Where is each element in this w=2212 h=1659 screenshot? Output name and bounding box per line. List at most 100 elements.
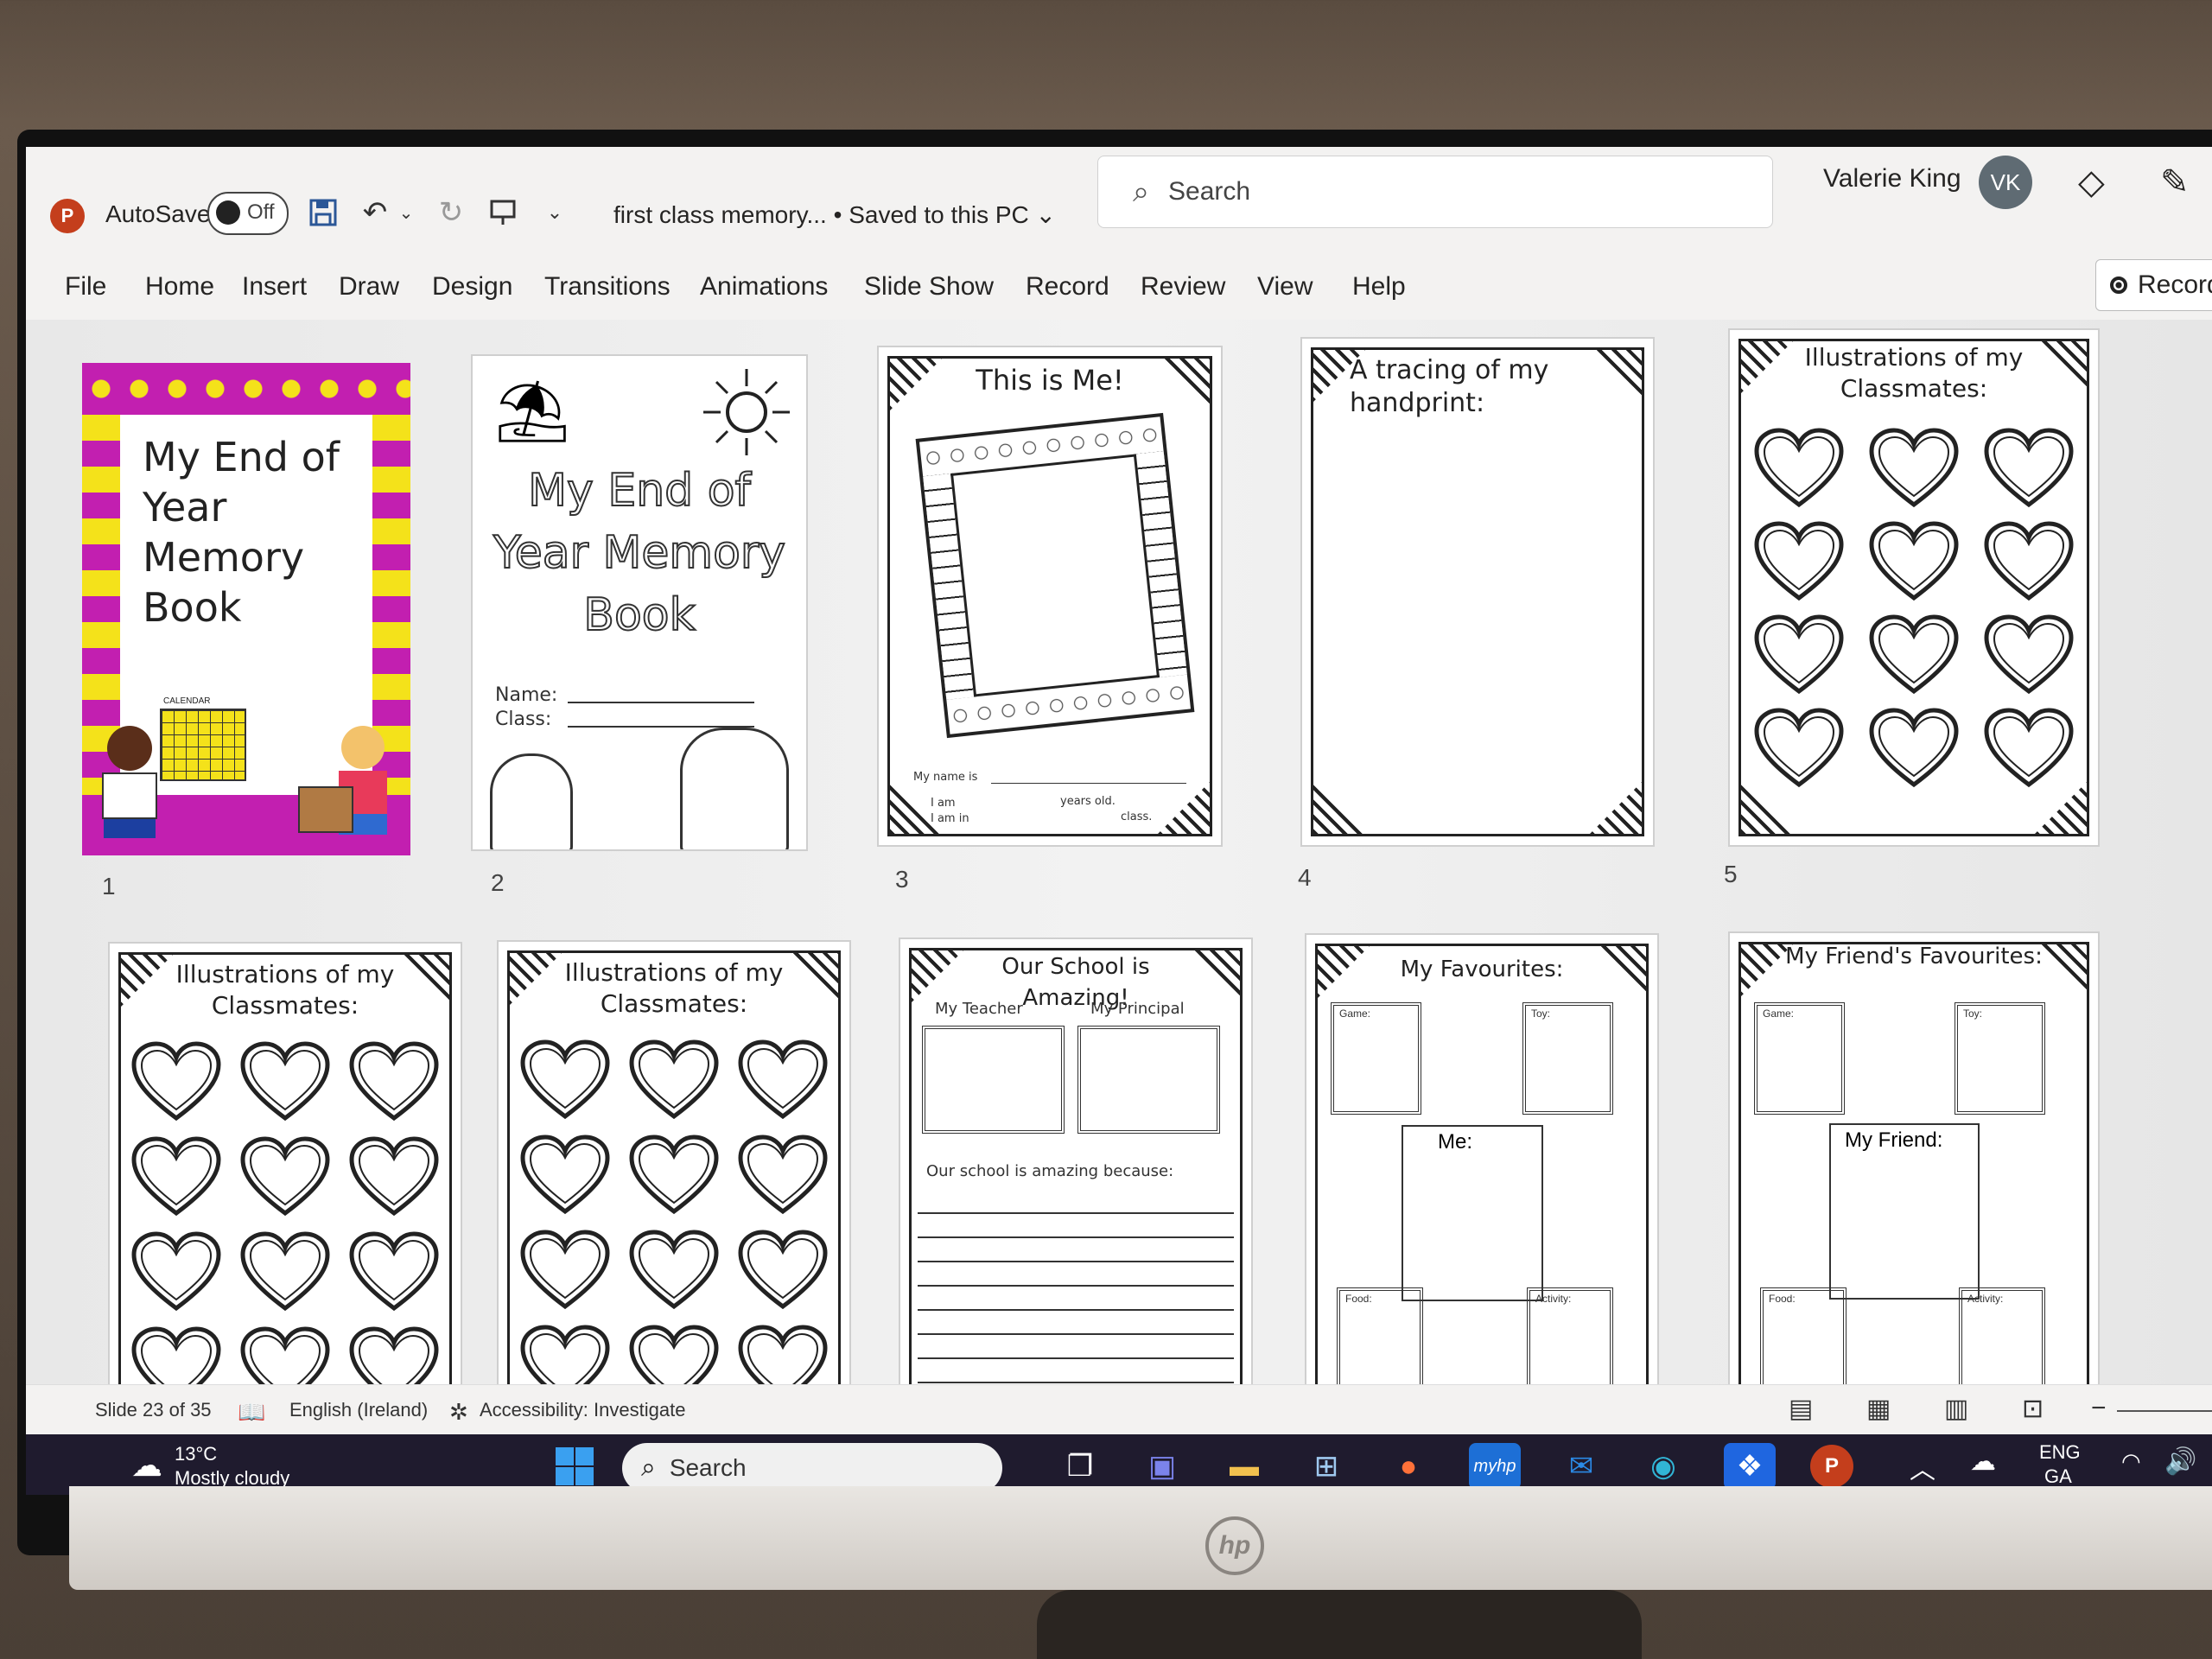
normal-view-icon[interactable]: ▤ <box>1789 1394 1813 1424</box>
tab-home[interactable]: Home <box>145 272 214 302</box>
search-box[interactable]: ⌕ Search <box>1097 156 1773 228</box>
tab-slide-show[interactable]: Slide Show <box>864 272 994 302</box>
slide-title: A tracing of my handprint: <box>1350 355 1549 418</box>
accessibility-status[interactable]: Accessibility: Investigate <box>480 1399 685 1421</box>
tab-review[interactable]: Review <box>1141 272 1225 302</box>
powerpoint-taskbar-icon[interactable]: P <box>1806 1443 1858 1490</box>
me-box: Me: <box>1402 1125 1543 1301</box>
heart-outline-icon <box>129 1039 224 1125</box>
spelling-check-icon[interactable]: 📖 <box>238 1399 265 1426</box>
wifi-icon[interactable]: ◠ <box>2121 1448 2141 1475</box>
record-button[interactable]: Record <box>2095 259 2212 311</box>
toy-box: Toy: <box>1955 1002 2045 1115</box>
slide-thumbnail-5[interactable]: Illustrations of my Classmates: <box>1728 328 2100 847</box>
tab-draw[interactable]: Draw <box>339 272 399 302</box>
slide-thumbnail-6[interactable]: Illustrations of my Classmates: <box>108 942 462 1400</box>
zoom-out-icon[interactable]: − <box>2091 1394 2107 1423</box>
heart-outline-icon <box>1751 425 1847 512</box>
present-from-start-icon[interactable] <box>484 194 522 232</box>
calendar-illustration: CALENDAR <box>160 696 246 781</box>
tab-view[interactable]: View <box>1257 272 1313 302</box>
tab-transitions[interactable]: Transitions <box>544 272 671 302</box>
language-bottom[interactable]: GA <box>2044 1465 2072 1488</box>
heart-outline-icon <box>238 1229 333 1315</box>
save-icon[interactable] <box>304 194 342 232</box>
tab-design[interactable]: Design <box>432 272 512 302</box>
dropbox-icon[interactable]: ❖ <box>1724 1443 1776 1490</box>
slideshow-view-icon[interactable]: ⊡ <box>2022 1394 2044 1424</box>
game-box: Game: <box>1754 1002 1845 1115</box>
heart-outline-icon <box>1866 425 1961 512</box>
me-label: Me: <box>1438 1130 1473 1154</box>
edge-icon[interactable]: ◉ <box>1637 1443 1689 1490</box>
slide-thumbnail-8[interactable]: Our School is Amazing! My Teacher My Pri… <box>899 938 1253 1400</box>
slide-thumbnail-1[interactable]: My End of Year Memory Book CALENDAR <box>82 363 410 855</box>
language-top[interactable]: ENG <box>2039 1441 2081 1464</box>
pen-icon[interactable]: ✎ <box>2160 162 2190 202</box>
food-box: Food: <box>1760 1287 1847 1400</box>
bucket-icon: ⛱ <box>493 378 571 445</box>
reading-view-icon[interactable]: ▥ <box>1944 1394 1968 1424</box>
user-name[interactable]: Valerie King <box>1823 164 1961 194</box>
file-explorer-icon[interactable]: ▬ <box>1218 1443 1270 1490</box>
task-view-icon[interactable]: ❐ <box>1054 1443 1106 1490</box>
heart-outline-icon <box>346 1229 442 1315</box>
tab-animations[interactable]: Animations <box>700 272 828 302</box>
class-label: Class: <box>495 709 552 730</box>
document-title[interactable]: first class memory... • Saved to this PC… <box>613 200 1056 229</box>
tab-file[interactable]: File <box>65 272 106 302</box>
teams-chat-icon[interactable]: ▣ <box>1136 1443 1188 1490</box>
slide-thumbnail-3[interactable]: This is Me! My name is I am years old. I… <box>877 346 1223 847</box>
principal-photo-box <box>1077 1026 1220 1134</box>
heart-grid <box>511 1037 837 1398</box>
microsoft-store-icon[interactable]: ⊞ <box>1300 1443 1352 1490</box>
undo-dropdown-chevron-icon[interactable]: ⌄ <box>387 194 425 232</box>
tab-record[interactable]: Record <box>1026 272 1109 302</box>
onedrive-icon[interactable]: ☁ <box>1970 1446 1996 1477</box>
tab-insert[interactable]: Insert <box>242 272 307 302</box>
tab-help[interactable]: Help <box>1352 272 1406 302</box>
powerpoint-app-icon[interactable]: P <box>50 199 85 233</box>
premium-diamond-icon[interactable]: ◇ <box>2078 162 2105 202</box>
customize-toolbar-chevron-icon[interactable]: ⌄ <box>536 194 574 232</box>
slide-thumbnail-10[interactable]: My Friend's Favourites: Game: Toy: My Fr… <box>1728 931 2100 1415</box>
age-suffix: years old. <box>1060 795 1116 808</box>
mail-icon[interactable]: ✉ <box>1555 1443 1607 1490</box>
slide-thumbnail-7[interactable]: Illustrations of my Classmates: <box>497 940 851 1400</box>
redo-icon[interactable]: ↻ <box>432 194 470 232</box>
autosave-toggle[interactable]: Off <box>207 192 289 235</box>
slide-count[interactable]: Slide 23 of 35 <box>95 1399 212 1421</box>
slide-number: 5 <box>1724 861 1738 887</box>
myhp-icon[interactable]: myhp <box>1469 1443 1521 1490</box>
slide-sorter-view-icon[interactable]: ▦ <box>1866 1394 1891 1424</box>
autosave-state: Off <box>247 200 275 224</box>
game-label: Game: <box>1339 1007 1371 1020</box>
weather-temp[interactable]: 13°C <box>175 1443 217 1465</box>
heart-outline-icon <box>626 1132 721 1218</box>
name-writing-line <box>991 783 1186 784</box>
principal-label: My Principal <box>1090 1000 1185 1018</box>
hidden-icons-chevron-icon[interactable]: ︿ <box>1910 1448 1936 1486</box>
slide-thumbnail-2[interactable]: ⛱ My End of Year Memory Book Name: Class… <box>471 354 808 851</box>
zoom-slider[interactable] <box>2117 1410 2212 1412</box>
heart-outline-icon <box>1751 518 1847 605</box>
search-icon: ⌕ <box>1133 175 1150 208</box>
heart-outline-icon <box>518 1037 613 1123</box>
slide-title: This is Me! <box>976 364 1124 397</box>
game-box: Game: <box>1331 1002 1421 1115</box>
slide-thumbnail-9[interactable]: My Favourites: Game: Toy: Me: Food: Acti… <box>1305 933 1659 1400</box>
screen: P AutoSave Off ↶ ⌄ ↻ ⌄ first class memor… <box>26 147 2212 1495</box>
language-indicator[interactable]: English (Ireland) <box>289 1399 428 1421</box>
slide-title: Illustrations of my Classmates: <box>1804 343 2024 403</box>
slide-thumbnail-4[interactable]: A tracing of my handprint: <box>1300 337 1655 847</box>
photo-frame <box>915 412 1195 739</box>
heart-outline-icon <box>1981 612 2076 698</box>
toy-label: Toy: <box>1531 1007 1551 1020</box>
avatar[interactable]: VK <box>1979 156 2032 209</box>
firefox-icon[interactable]: ● <box>1382 1443 1434 1490</box>
heart-outline-icon <box>346 1134 442 1220</box>
activity-box: Activity: <box>1959 1287 2045 1400</box>
volume-icon[interactable]: 🔊 <box>2164 1446 2196 1477</box>
windows-start-icon[interactable] <box>549 1443 601 1490</box>
heart-outline-icon <box>1981 705 2076 791</box>
